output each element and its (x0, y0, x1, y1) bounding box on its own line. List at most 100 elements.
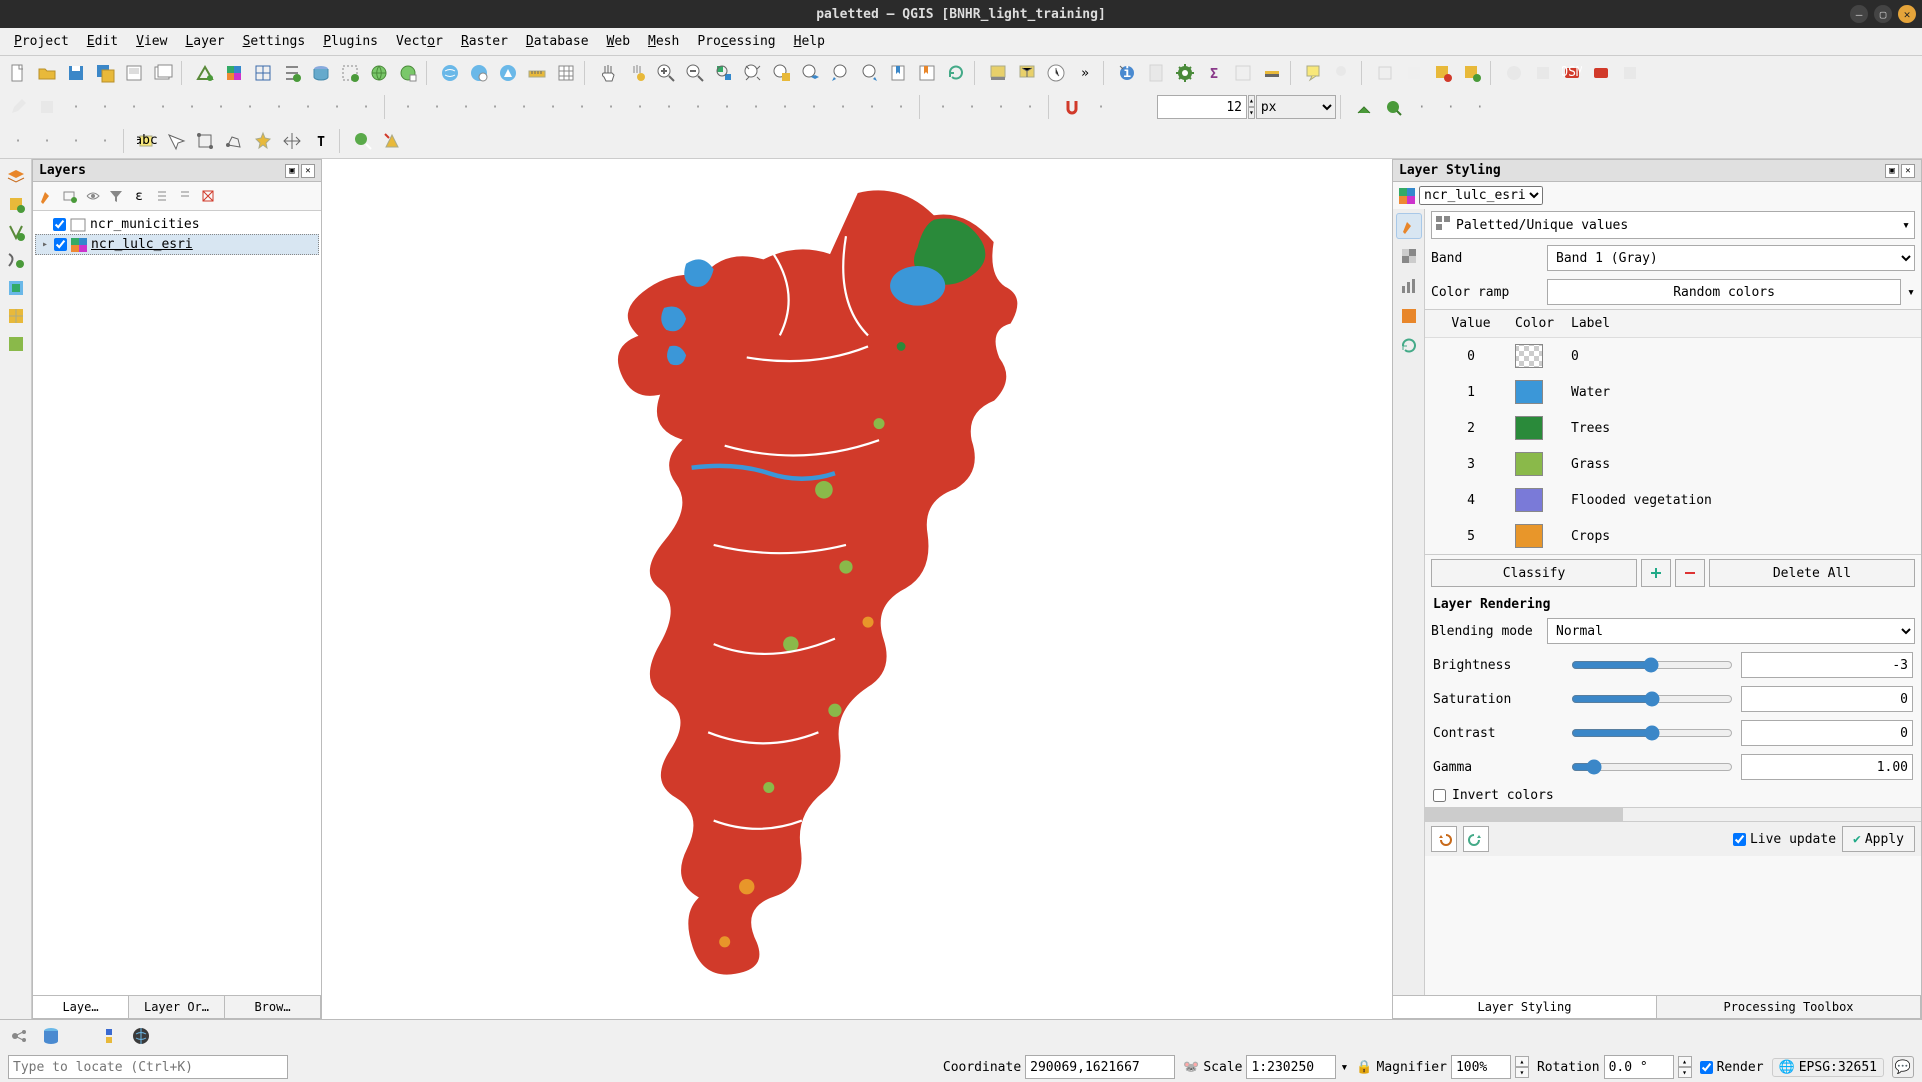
transparency-tab-button[interactable] (1396, 243, 1422, 269)
stats-button[interactable]: Σ (1200, 59, 1228, 87)
classify-button[interactable]: Classify (1431, 559, 1637, 587)
layout-manager-button[interactable] (149, 59, 177, 87)
globe-zoom-button[interactable] (465, 59, 493, 87)
scale-lock-icon[interactable]: 🐭 (1183, 1060, 1199, 1075)
rect-tool-button[interactable] (191, 127, 219, 155)
menu-web[interactable]: Web (599, 31, 638, 52)
visibility-button[interactable] (82, 185, 104, 207)
move-tool-button[interactable] (278, 127, 306, 155)
symbology-tab-button[interactable] (1396, 213, 1422, 239)
tab-browser[interactable]: Brow… (225, 996, 321, 1018)
class-color-swatch[interactable] (1515, 524, 1543, 548)
show-bookmarks-button[interactable] (913, 59, 941, 87)
class-value[interactable]: 2 (1431, 419, 1511, 438)
layer-visibility-checkbox[interactable] (54, 238, 67, 251)
chevron-down-icon[interactable]: ▾ (1907, 285, 1915, 300)
new-project-button[interactable] (4, 59, 32, 87)
locator-input[interactable] (8, 1055, 288, 1079)
zoom-in-button[interactable] (652, 59, 680, 87)
tab-layers[interactable]: Laye… (33, 996, 129, 1018)
class-value[interactable]: 1 (1431, 383, 1511, 402)
window-maximize-button[interactable]: ▢ (1874, 5, 1892, 23)
invert-colors-checkbox[interactable] (1433, 789, 1446, 802)
deselect-button[interactable] (1429, 59, 1457, 87)
print-layout-button[interactable] (120, 59, 148, 87)
save-project-button[interactable] (62, 59, 90, 87)
tab-layer-styling[interactable]: Layer Styling (1393, 996, 1657, 1018)
node-tool-button[interactable] (162, 127, 190, 155)
history-tab-button[interactable] (1396, 333, 1422, 359)
gamma-value[interactable] (1741, 754, 1913, 780)
class-label[interactable]: Flooded vegetation (1567, 491, 1915, 510)
quickosm-button[interactable] (349, 127, 377, 155)
menu-vector[interactable]: Vector (388, 31, 451, 52)
class-row[interactable]: 00 (1425, 338, 1921, 374)
label-pin-button[interactable] (1350, 93, 1378, 121)
crs-button[interactable]: 🌐 EPSG:32651 (1772, 1058, 1884, 1077)
new-virtual-button[interactable] (3, 275, 29, 301)
rotation-down[interactable]: ▾ (1678, 1067, 1692, 1078)
magnifier-lock-icon[interactable]: 🔒 (1356, 1060, 1372, 1075)
layer-name[interactable]: ncr_lulc_esri (91, 237, 193, 252)
layer-name[interactable]: ncr_municities (90, 217, 200, 232)
undo-style-button[interactable] (1431, 826, 1457, 852)
add-vector-button[interactable] (191, 59, 219, 87)
menu-project[interactable]: Project (6, 31, 77, 52)
menu-view[interactable]: View (128, 31, 175, 52)
brightness-value[interactable] (1741, 652, 1913, 678)
collapse-all-button[interactable] (174, 185, 196, 207)
menu-processing[interactable]: Processing (689, 31, 783, 52)
new-bookmark-button[interactable] (884, 59, 912, 87)
class-value[interactable]: 4 (1431, 491, 1511, 510)
zoom-last-button[interactable] (826, 59, 854, 87)
class-label[interactable]: Trees (1567, 419, 1915, 438)
menu-settings[interactable]: Settings (235, 31, 314, 52)
database-button[interactable] (38, 1023, 64, 1049)
menu-database[interactable]: Database (518, 31, 597, 52)
rotation-input[interactable] (1604, 1055, 1674, 1079)
decorations-button[interactable] (1258, 59, 1286, 87)
open-project-button[interactable] (33, 59, 61, 87)
zoom-full-button[interactable] (739, 59, 767, 87)
filter-legend-button[interactable] (105, 185, 127, 207)
menu-layer[interactable]: Layer (177, 31, 232, 52)
styling-hscrollbar[interactable] (1425, 807, 1921, 821)
add-group-button[interactable] (59, 185, 81, 207)
python-console-button[interactable] (96, 1023, 122, 1049)
magnifier-up[interactable]: ▴ (1515, 1056, 1529, 1067)
histogram-tab-button[interactable] (1396, 273, 1422, 299)
add-xyz-button[interactable] (394, 59, 422, 87)
delete-all-button[interactable]: Delete All (1709, 559, 1915, 587)
saturation-slider[interactable] (1571, 691, 1733, 707)
pan-selection-button[interactable] (623, 59, 651, 87)
rotation-up[interactable]: ▴ (1678, 1056, 1692, 1067)
text-tool-button[interactable]: T (307, 127, 335, 155)
measure-button[interactable] (523, 59, 551, 87)
window-close-button[interactable]: ✕ (1898, 5, 1916, 23)
overflow-1-button[interactable]: » (1071, 59, 1099, 87)
layer-row-municities[interactable]: ncr_municities (35, 215, 319, 234)
class-value[interactable]: 0 (1431, 347, 1511, 366)
zoom-selection-button[interactable] (768, 59, 796, 87)
menu-raster[interactable]: Raster (453, 31, 516, 52)
add-virtual-button[interactable] (336, 59, 364, 87)
new-mesh-button[interactable] (3, 303, 29, 329)
pan-button[interactable] (594, 59, 622, 87)
globe-3d-button[interactable] (494, 59, 522, 87)
refresh-button[interactable] (942, 59, 970, 87)
class-row[interactable]: 3Grass (1425, 446, 1921, 482)
class-color-swatch[interactable] (1515, 380, 1543, 404)
annotation-button[interactable] (1300, 59, 1328, 87)
plugin-c-button[interactable]: OSM (1558, 59, 1586, 87)
poly-tool-button[interactable] (220, 127, 248, 155)
band-select[interactable]: Band 1 (Gray) (1547, 245, 1915, 271)
blending-select[interactable]: Normal (1547, 618, 1915, 644)
class-label[interactable]: Water (1567, 383, 1915, 402)
expander-icon[interactable]: ▸ (40, 239, 50, 250)
expression-filter-button[interactable]: ε (128, 185, 150, 207)
zoom-native-button[interactable] (710, 59, 738, 87)
render-checkbox[interactable] (1700, 1061, 1713, 1074)
class-color-swatch[interactable] (1515, 488, 1543, 512)
new-shapefile-button[interactable] (3, 219, 29, 245)
attr-table-button[interactable] (552, 59, 580, 87)
